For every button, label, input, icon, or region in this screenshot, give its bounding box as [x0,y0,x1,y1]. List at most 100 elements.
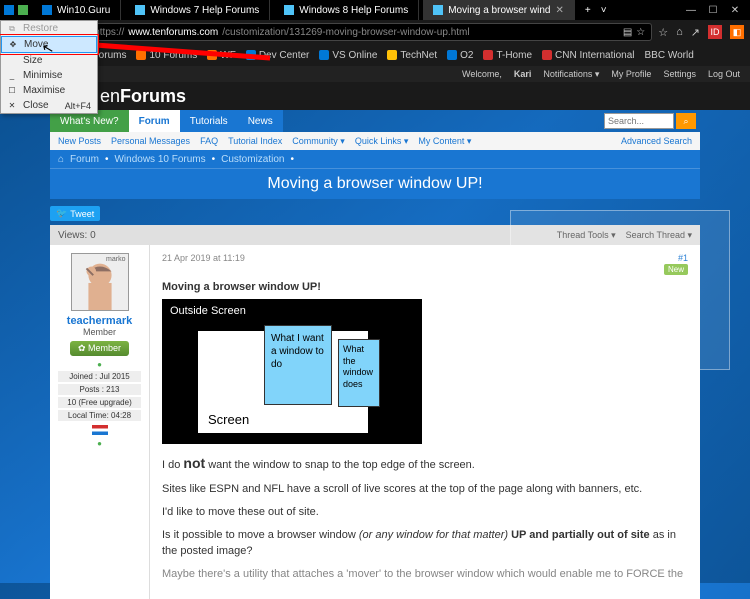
bookmark-item[interactable]: BBC World [645,50,694,61]
tab-favicon [135,5,145,15]
tab-win10guru[interactable]: Win10.Guru [32,0,121,20]
url-protocol: https:// [94,27,124,38]
url-path: /customization/131269-moving-browser-win… [222,27,469,38]
crumb-w10[interactable]: Windows 10 Forums [114,154,205,165]
minimise-icon: _ [7,71,17,80]
crumb-customization[interactable]: Customization [221,154,284,165]
flag-icon [92,425,108,435]
home-icon[interactable]: ⌂ [58,154,64,165]
stat-os: 10 (Free upgrade) [58,397,141,408]
community-menu[interactable]: Community ▾ [292,136,345,147]
window-titlebar: Win10.Guru Windows 7 Help Forums Windows… [0,0,750,20]
status-dot-icon: ● [58,439,141,448]
pm-link[interactable]: Personal Messages [111,136,190,146]
tutorial-index-link[interactable]: Tutorial Index [228,136,282,146]
forum-header: enForums [0,82,750,110]
bookmark-item[interactable]: TechNet [387,50,437,61]
post-diagram: Outside Screen Screen What I want a wind… [162,299,422,444]
tab-label: Win10.Guru [57,5,110,16]
tab-forum[interactable]: Forum [129,110,180,132]
welcome-user[interactable]: Kari [514,69,532,79]
extension-icon[interactable]: ID [708,25,722,39]
views-count: 0 [90,230,96,241]
bookmark-item[interactable]: CNN International [542,50,634,61]
url-domain: www.tenforums.com [128,27,218,38]
bookmark-favicon [447,50,457,60]
tab-favicon [433,5,443,15]
advanced-search-link[interactable]: Advanced Search [621,136,692,146]
tab-overflow-icon[interactable]: ˅ [601,5,607,16]
member-badge: ✿ Member [70,341,129,356]
restore-icon: ⧉ [7,24,17,34]
app-icon [4,5,14,15]
window-system-menu: ⧉Restore ✥Move Size _Minimise ☐Maximise … [0,20,98,114]
bookmark-favicon [387,50,397,60]
tweet-button[interactable]: 🐦Tweet [50,206,100,221]
stat-posts: Posts : 213 [58,384,141,395]
views-label: Views: [58,230,87,241]
logout-link[interactable]: Log Out [708,69,740,79]
menu-close[interactable]: ✕CloseAlt+F4 [1,98,97,113]
desktop-window-outline [540,290,700,400]
reader-mode-icon[interactable]: ▤ [623,27,632,38]
post-role: Member [58,327,141,337]
crumb-forum[interactable]: Forum [70,154,99,165]
diagram-outside-label: Outside Screen [170,305,246,317]
user-bar: Welcome, Kari Notifications ▾ My Profile… [0,66,750,82]
post-username[interactable]: teachermark [58,315,141,327]
post-sidebar: marko teachermark Member ✿ Member ● Join… [50,245,150,599]
tab-favicon [284,5,294,15]
my-content-menu[interactable]: My Content ▾ [418,136,471,147]
post-date: 21 Apr 2019 at 11:19 [162,253,245,263]
my-profile-link[interactable]: My Profile [611,69,651,79]
tab-moving-browser[interactable]: Moving a browser wind ✕ [423,0,575,20]
pocket-icon[interactable]: ⌂ [676,26,683,38]
tab-favicon [42,5,52,15]
bookmark-item[interactable]: O2 [447,50,473,61]
twitter-icon: 🐦 [56,208,67,219]
bookmark-item[interactable]: T-Home [483,50,532,61]
share-icon[interactable]: ↗ [691,26,700,39]
tab-tutorials[interactable]: Tutorials [180,110,238,132]
window-minimize-button[interactable]: — [684,5,698,16]
menu-maximise[interactable]: ☐Maximise [1,83,97,98]
welcome-text: Welcome, [462,69,502,79]
online-icon: ● [58,360,141,369]
url-input[interactable]: 🔒 https://www.tenforums.com/customizatio… [72,23,652,41]
quick-links-menu[interactable]: Quick Links ▾ [355,136,409,147]
sub-nav: New Posts Personal Messages FAQ Tutorial… [50,132,700,150]
diagram-does-box: What the window does [338,339,380,407]
extension-icon[interactable]: ◧ [730,25,744,39]
bookmark-star-icon[interactable]: ☆ [636,27,645,38]
new-posts-link[interactable]: New Posts [58,136,101,146]
faq-link[interactable]: FAQ [200,136,218,146]
settings-link[interactable]: Settings [663,69,696,79]
menu-minimise[interactable]: _Minimise [1,68,97,83]
bookmark-icon[interactable]: ☆ [658,26,668,39]
diagram-screen-label: Screen [208,412,249,427]
site-logo[interactable]: enForums [100,86,186,107]
bookmark-item[interactable]: VS Online [319,50,377,61]
stat-joined: Joined : Jul 2015 [58,371,141,382]
tab-news[interactable]: News [238,110,283,132]
close-shortcut: Alt+F4 [65,101,91,111]
diagram-want-box: What I want a window to do [264,325,332,405]
close-icon: ✕ [7,101,17,110]
window-close-button[interactable]: ✕ [728,5,742,16]
window-maximize-button[interactable]: ☐ [706,5,720,16]
new-tab-button[interactable]: + [579,5,597,16]
bookmark-favicon [319,50,329,60]
tab-label: Moving a browser wind [448,5,550,16]
tab-win8-forums[interactable]: Windows 8 Help Forums [274,0,419,20]
search-input[interactable] [604,113,674,129]
tab-win7-forums[interactable]: Windows 7 Help Forums [125,0,270,20]
avatar[interactable]: marko [71,253,129,311]
move-icon: ✥ [8,40,18,49]
notifications-menu[interactable]: Notifications ▾ [543,69,599,80]
tab-close-icon[interactable]: ✕ [555,5,563,16]
tab-label: Windows 7 Help Forums [150,5,259,16]
app-icon-2 [18,5,28,15]
nav-tabs: What's New? Forum Tutorials News ⌕ [50,110,700,132]
menu-restore: ⧉Restore [1,21,97,36]
search-button[interactable]: ⌕ [676,113,696,129]
